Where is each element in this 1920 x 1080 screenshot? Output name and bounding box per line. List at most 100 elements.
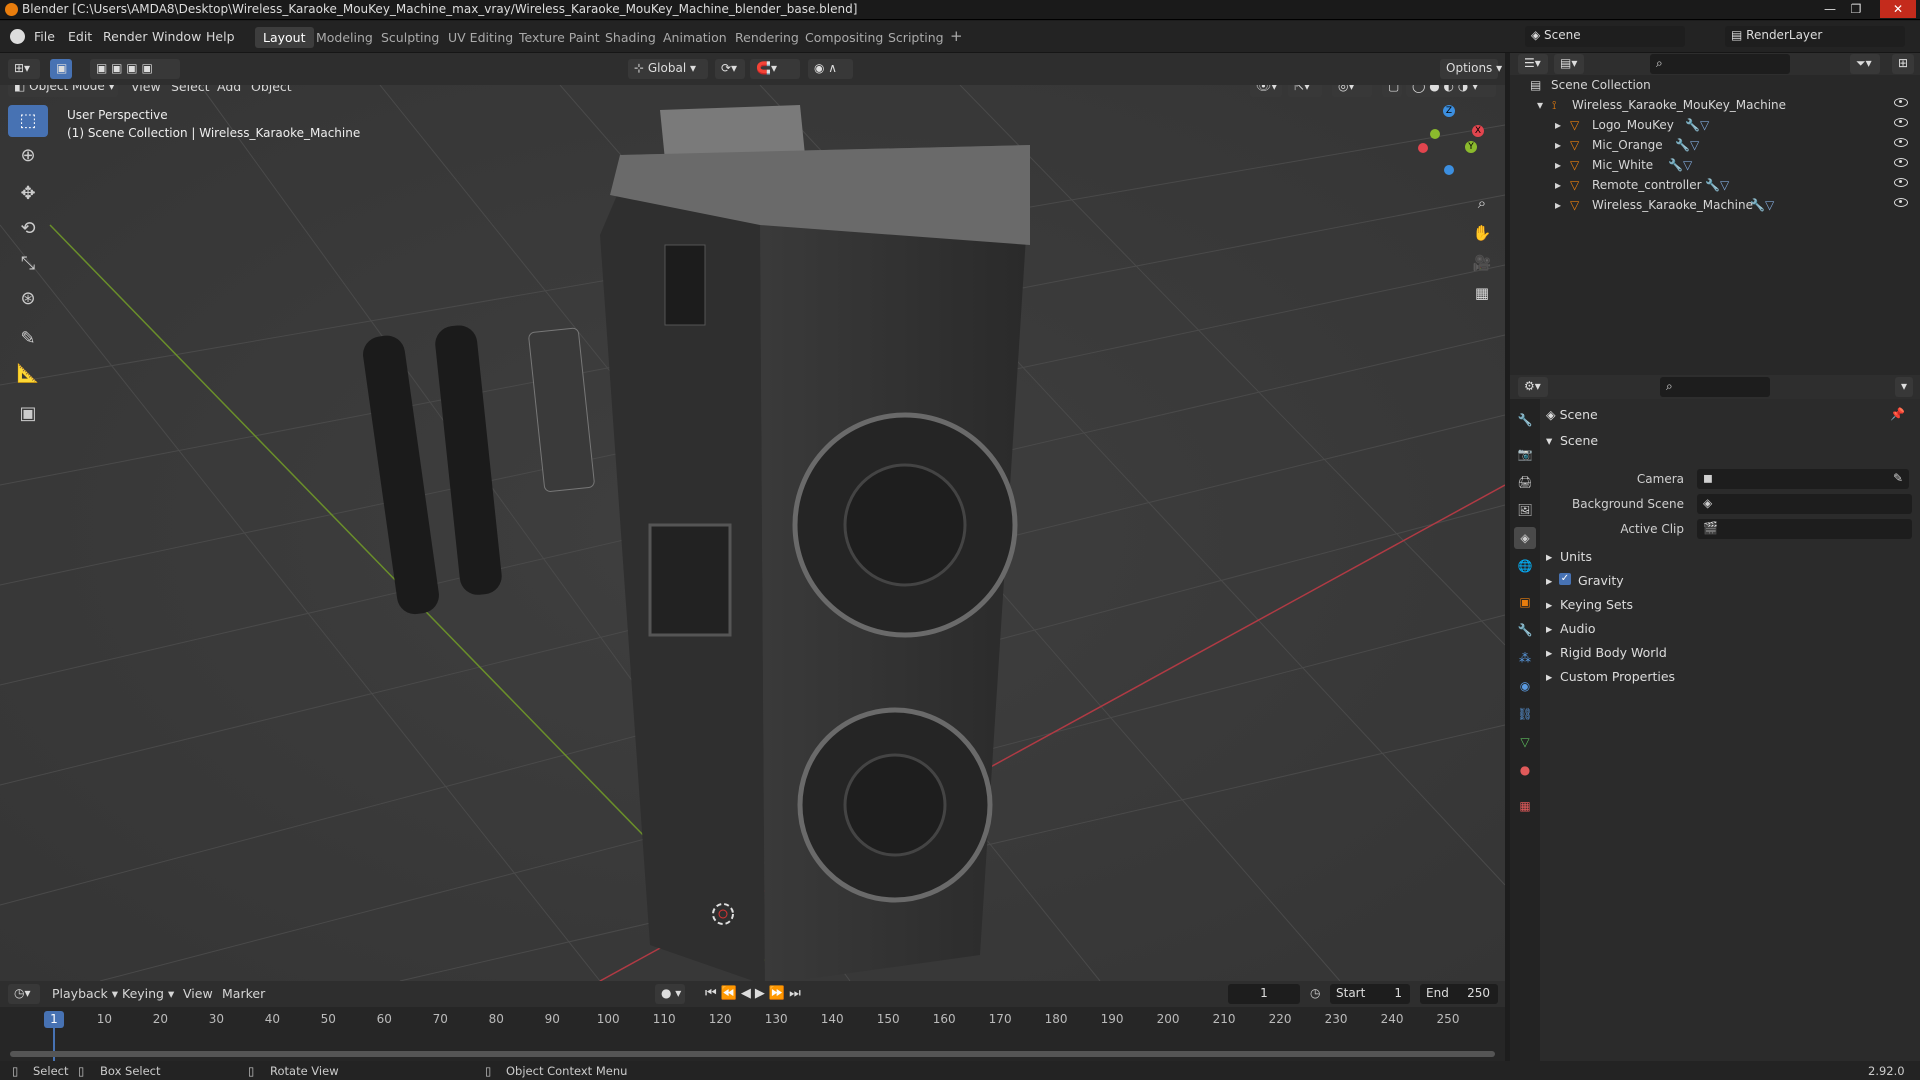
output-tab-icon[interactable]: 🖨: [1514, 471, 1536, 493]
background-scene-field[interactable]: ◈: [1697, 494, 1912, 514]
outliner-row-item[interactable]: ▸ ▽ Remote_controller 🔧▽: [1510, 175, 1920, 195]
clock-icon[interactable]: ◷: [1310, 986, 1320, 1000]
eye-icon[interactable]: [1894, 198, 1908, 207]
outliner-row-item[interactable]: ▸ ▽ Mic_Orange 🔧▽: [1510, 135, 1920, 155]
view-layer-tab-icon[interactable]: 🖼: [1514, 499, 1536, 521]
add-cube-tool-icon[interactable]: ▣: [8, 398, 48, 430]
expand-arrow-icon[interactable]: ▸: [1555, 138, 1561, 152]
pin-icon[interactable]: 📌: [1890, 407, 1905, 421]
world-tab-icon[interactable]: 🌐: [1514, 555, 1536, 577]
timeline-scrollbar[interactable]: [10, 1051, 1495, 1057]
material-tab-icon[interactable]: ●: [1514, 759, 1536, 781]
neg-x-dot[interactable]: [1418, 143, 1428, 153]
display-mode-icon[interactable]: ▤▾: [1554, 54, 1584, 74]
expand-arrow-icon[interactable]: ▸: [1555, 158, 1561, 172]
particles-tab-icon[interactable]: ⁂: [1514, 647, 1536, 669]
y-axis-dot[interactable]: Y: [1465, 141, 1477, 153]
rotate-tool-icon[interactable]: ⟲: [8, 213, 48, 245]
move-tool-icon[interactable]: ✥: [8, 178, 48, 210]
options-dropdown[interactable]: Options ▾: [1440, 59, 1502, 79]
ortho-grid-icon[interactable]: ▦: [1469, 280, 1495, 306]
menu-playback[interactable]: Playback ▾: [52, 986, 118, 1001]
menu-render[interactable]: Render: [103, 29, 148, 44]
outliner-row-collection[interactable]: ▾ ⟟ Wireless_Karaoke_MouKey_Machine: [1510, 95, 1920, 115]
panel-gravity[interactable]: ▸ ✓ Gravity: [1540, 569, 1920, 591]
minimize-button[interactable]: —: [1818, 0, 1842, 18]
physics-tab-icon[interactable]: ◉: [1514, 675, 1536, 697]
x-axis-dot[interactable]: X: [1472, 125, 1484, 137]
timeline-editor-icon[interactable]: ◷▾: [8, 984, 40, 1004]
expand-arrow-icon[interactable]: ▸: [1555, 198, 1561, 212]
menu-window[interactable]: Window: [152, 29, 201, 44]
outliner-row-scene-collection[interactable]: ▤ Scene Collection: [1510, 75, 1920, 95]
outliner-editor-icon[interactable]: ☰▾: [1518, 54, 1548, 74]
z-axis-dot[interactable]: Z: [1443, 105, 1455, 117]
eye-icon[interactable]: [1894, 178, 1908, 187]
panel-custom-properties[interactable]: ▸ Custom Properties: [1540, 665, 1920, 687]
tab-layout[interactable]: Layout: [255, 27, 314, 48]
menu-timeline-view[interactable]: View: [183, 986, 213, 1001]
eyedropper-icon[interactable]: ✎: [1893, 471, 1903, 485]
panel-audio[interactable]: ▸ Audio: [1540, 617, 1920, 639]
annotate-tool-icon[interactable]: ✎: [8, 323, 48, 355]
add-workspace-button[interactable]: +: [944, 27, 969, 48]
editor-type-icon[interactable]: ⊞▾: [8, 59, 40, 79]
tab-uv-editing[interactable]: UV Editing: [440, 27, 521, 48]
scale-tool-icon[interactable]: ⤡: [8, 248, 48, 280]
pivot-icon[interactable]: ⟳▾: [715, 59, 745, 79]
texture-tab-icon[interactable]: ▦: [1514, 795, 1536, 817]
tab-animation[interactable]: Animation: [655, 27, 735, 48]
renderlayer-selector[interactable]: ▤ RenderLayer: [1725, 26, 1905, 47]
start-frame-field[interactable]: Start 1: [1330, 984, 1410, 1004]
menu-keying[interactable]: Keying ▾: [122, 986, 174, 1001]
panel-scene[interactable]: ▾ Scene: [1540, 429, 1920, 451]
eye-icon[interactable]: [1894, 98, 1908, 107]
select-tool-icon[interactable]: ⬚: [8, 105, 48, 137]
menu-edit[interactable]: Edit: [68, 29, 92, 44]
3d-viewport[interactable]: ◧ Object Mode ▾ View Select Add Object 👁…: [0, 85, 1505, 981]
gizmo-toggle-icon[interactable]: ⇱▾: [1288, 85, 1322, 97]
menu-view[interactable]: View: [131, 85, 161, 94]
panel-rigid-body-world[interactable]: ▸ Rigid Body World: [1540, 641, 1920, 663]
menu-add[interactable]: Add: [217, 85, 241, 94]
menu-select[interactable]: Select: [171, 85, 210, 94]
eye-icon[interactable]: [1894, 118, 1908, 127]
orientation-dropdown[interactable]: ⊹ Global ▾: [628, 59, 708, 79]
panel-keying-sets[interactable]: ▸ Keying Sets: [1540, 593, 1920, 615]
menu-file[interactable]: File: [34, 29, 55, 44]
menu-object[interactable]: Object: [251, 85, 292, 94]
tab-compositing[interactable]: Compositing: [797, 27, 891, 48]
selection-mode-icons[interactable]: ▣ ▣ ▣ ▣: [90, 59, 180, 79]
outliner-row-item[interactable]: ▸ ▽ Logo_MouKey 🔧▽: [1510, 115, 1920, 135]
new-collection-icon[interactable]: ⊞: [1892, 54, 1914, 74]
tool-tab-icon[interactable]: 🔧: [1514, 409, 1536, 431]
visibility-icon[interactable]: 👁▾: [1250, 85, 1282, 97]
filter-icon[interactable]: ⏷▾: [1850, 54, 1880, 74]
scene-tab-icon[interactable]: ◈: [1514, 527, 1536, 549]
active-clip-field[interactable]: 🎬: [1697, 519, 1912, 539]
expand-arrow-icon[interactable]: ▸: [1555, 118, 1561, 132]
properties-search-input[interactable]: ⌕: [1660, 377, 1770, 397]
tab-rendering[interactable]: Rendering: [727, 27, 807, 48]
shading-mode-icons[interactable]: ◯ ● ◐ ◑ ▾: [1406, 85, 1496, 97]
xray-icon[interactable]: ▢: [1382, 85, 1402, 97]
camera-view-icon[interactable]: 🎥: [1469, 250, 1495, 276]
outliner-row-item[interactable]: ▸ ▽ Mic_White 🔧▽: [1510, 155, 1920, 175]
end-frame-field[interactable]: End 250: [1420, 984, 1498, 1004]
transform-tool-icon[interactable]: ⊛: [8, 283, 48, 315]
properties-options-icon[interactable]: ▾: [1895, 377, 1913, 397]
select-box-icon[interactable]: ▣: [50, 59, 72, 79]
camera-field[interactable]: ◼ ✎: [1697, 469, 1909, 489]
measure-tool-icon[interactable]: 📐: [8, 358, 48, 390]
outliner-row-item[interactable]: ▸ ▽ Wireless_Karaoke_Machine 🔧▽: [1510, 195, 1920, 215]
scene-selector[interactable]: ◈ Scene: [1525, 26, 1685, 47]
neg-z-dot[interactable]: [1444, 165, 1454, 175]
close-button[interactable]: ✕: [1880, 0, 1916, 18]
properties-editor-icon[interactable]: ⚙▾: [1518, 377, 1548, 397]
blender-menu-icon[interactable]: [10, 29, 25, 44]
panel-units[interactable]: ▸ Units: [1540, 545, 1920, 567]
overlay-toggle-icon[interactable]: ◎▾: [1332, 85, 1372, 97]
gravity-checkbox[interactable]: ✓: [1559, 573, 1571, 585]
record-icon[interactable]: ● ▾: [655, 984, 685, 1004]
tab-texture-paint[interactable]: Texture Paint: [511, 27, 608, 48]
